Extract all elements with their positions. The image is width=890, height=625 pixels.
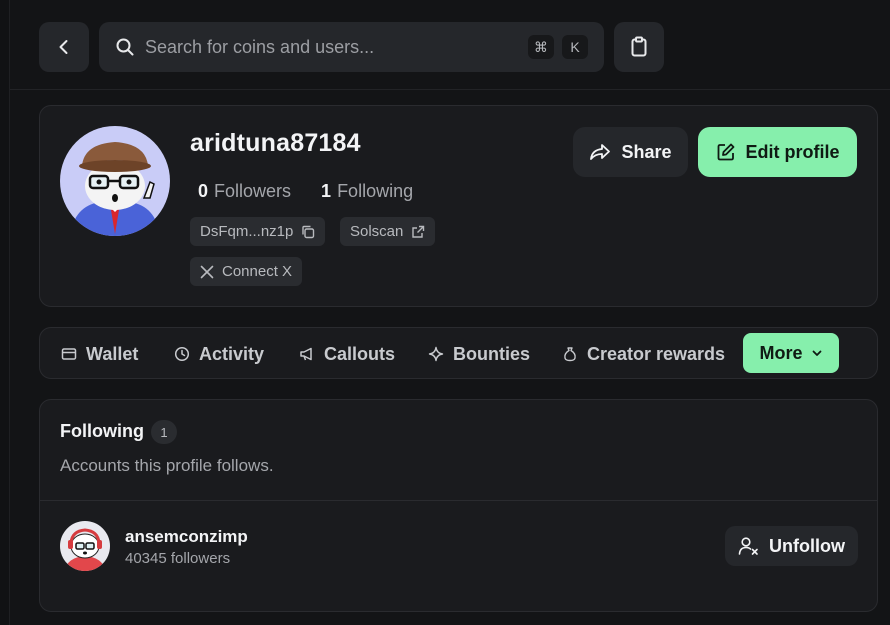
tab-wallet[interactable]: Wallet [55,334,144,374]
profile-tabs: Wallet Activity Callouts Bounties Creato… [39,327,878,379]
solscan-label: Solscan [350,223,404,240]
unfollow-label: Unfollow [769,535,845,556]
unfollow-button[interactable]: Unfollow [725,526,858,566]
share-button[interactable]: Share [573,127,688,177]
chevron-left-icon [54,37,74,57]
x-logo-icon [200,265,214,279]
user-avatar[interactable] [60,521,110,571]
sidebar-edge [0,0,10,625]
profile-stats: 0 Followers 1 Following [198,181,413,202]
profile-avatar [60,126,170,236]
money-bag-icon [562,346,578,362]
edit-profile-button[interactable]: Edit profile [698,127,857,177]
tab-callouts[interactable]: Callouts [293,334,401,374]
user-followers: 40345 followers [125,550,231,567]
edit-icon [716,142,736,162]
share-icon [589,142,611,162]
search-input[interactable]: Search for coins and users... [145,37,528,58]
tab-bounties[interactable]: Bounties [422,334,536,374]
copy-icon[interactable] [301,225,315,239]
user-remove-icon [738,536,760,556]
profile-username: aridtuna87184 [190,129,361,157]
external-link-icon [411,225,425,239]
following-section: Following 1 Accounts this profile follow… [39,399,878,612]
shortcut-key: K [562,35,588,59]
back-button[interactable] [39,22,89,72]
section-description: Accounts this profile follows. [60,456,274,475]
following-stat[interactable]: 1 Following [321,181,413,202]
clock-icon [174,346,190,362]
solscan-link[interactable]: Solscan [340,217,436,246]
wallet-icon [61,347,77,361]
clipboard-icon [629,36,649,58]
tab-label: Bounties [453,343,531,364]
tab-label: Creator rewards [587,343,726,364]
followers-stat[interactable]: 0 Followers [198,181,291,202]
topbar-divider [10,89,890,90]
wallet-address-chip[interactable]: DsFqm...nz1p [190,217,326,246]
user-name[interactable]: ansemconzimp [125,527,248,547]
sparkle-icon [428,346,444,362]
clipboard-button[interactable] [614,22,664,72]
share-label: Share [621,141,672,162]
section-divider [40,500,877,501]
search-icon [115,37,135,57]
command-key-icon: ⌘ [528,35,554,59]
connect-x-label: Connect X [222,263,293,280]
edit-profile-label: Edit profile [745,141,840,162]
megaphone-icon [299,346,315,362]
profile-card: aridtuna87184 0 Followers 1 Following DsFq… [39,105,878,307]
tab-activity[interactable]: Activity [168,334,270,374]
more-tabs-button[interactable]: More [743,333,839,373]
tab-label: Wallet [86,343,139,364]
wallet-address: DsFqm...nz1p [200,223,294,240]
search-bar[interactable]: Search for coins and users... ⌘ K [99,22,604,72]
tab-label: Callouts [324,343,396,364]
connect-x-button[interactable]: Connect X [190,257,303,286]
search-shortcut: ⌘ K [528,35,588,59]
chevron-down-icon [811,347,823,359]
following-count-badge: 1 [151,420,177,444]
tab-creator-rewards[interactable]: Creator rewards [556,334,731,374]
more-label: More [759,342,803,363]
tab-label: Activity [199,343,265,364]
section-title: Following [60,421,144,441]
